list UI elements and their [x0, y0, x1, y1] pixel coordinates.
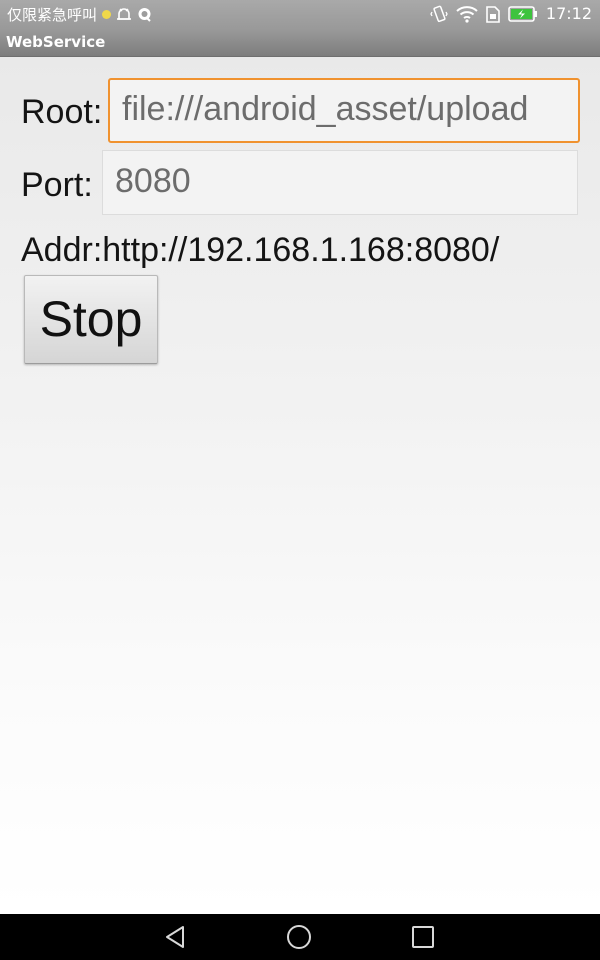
navigation-bar [0, 914, 600, 960]
status-right: 17:12 [430, 4, 592, 24]
recents-icon[interactable] [408, 922, 438, 952]
android-debug-icon [116, 7, 132, 21]
root-label: Root: [21, 93, 103, 131]
status-bar: 仅限紧急呼叫 17:12 [0, 0, 600, 28]
yellow-dot-icon [102, 9, 112, 19]
app-screen: 仅限紧急呼叫 17:12 WebService Root: file:///an… [0, 0, 600, 960]
stop-button[interactable]: Stop [24, 275, 158, 364]
title-bar: WebService [0, 28, 600, 57]
main-content: Root: file:///android_asset/upload Port:… [0, 57, 600, 914]
vibrate-icon [430, 5, 448, 23]
battery-charging-icon [508, 6, 538, 22]
server-address-text: Addr:http://192.168.1.168:8080/ [21, 231, 500, 269]
status-left: 仅限紧急呼叫 [7, 4, 152, 24]
qq-icon [137, 7, 152, 22]
back-icon[interactable] [162, 922, 192, 952]
clock-text: 17:12 [545, 4, 592, 23]
port-label: Port: [21, 166, 93, 204]
app-title: WebService [6, 33, 106, 51]
sim-icon [486, 5, 500, 23]
root-path-field[interactable]: file:///android_asset/upload [108, 78, 580, 143]
carrier-text: 仅限紧急呼叫 [7, 5, 98, 24]
port-field[interactable]: 8080 [102, 150, 578, 215]
home-icon[interactable] [284, 922, 314, 952]
wifi-icon [456, 5, 478, 23]
